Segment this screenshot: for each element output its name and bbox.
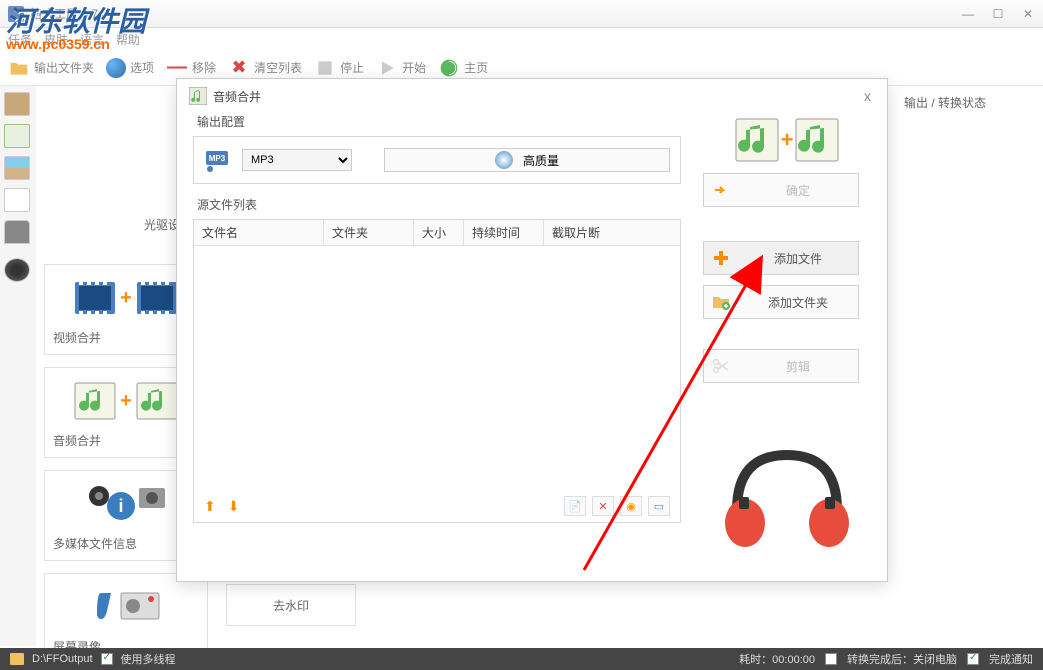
remove-label: 移除 <box>192 59 216 76</box>
mp3-format-icon: MP3 <box>204 147 230 173</box>
sidebar-toolbox-icon[interactable] <box>4 258 30 282</box>
menu-language[interactable]: 语言 <box>80 31 104 48</box>
svg-text:+: + <box>781 127 794 152</box>
statusbar: D:\FFOutput 使用多线程 耗时：00:00:00 转换完成后：关闭电脑… <box>0 648 1043 670</box>
col-duration[interactable]: 持续时间 <box>464 220 544 245</box>
svg-text:MP3: MP3 <box>209 154 226 163</box>
play-icon <box>376 57 398 79</box>
col-folder[interactable]: 文件夹 <box>324 220 414 245</box>
menu-task[interactable]: 任务 <box>8 31 32 48</box>
minus-icon: — <box>166 57 188 79</box>
output-status-header: 输出 / 转换状态 <box>904 94 986 111</box>
output-config-label: 输出配置 <box>193 113 681 130</box>
multithread-checkbox[interactable] <box>101 653 113 665</box>
sidebar-document-icon[interactable] <box>4 188 30 212</box>
source-list-label: 源文件列表 <box>193 196 681 213</box>
footer-doc-icon[interactable]: 📄 <box>564 496 586 516</box>
home-globe-icon <box>438 57 460 79</box>
clear-list-button[interactable]: ✖ 清空列表 <box>228 57 302 79</box>
window-titlebar: 格式工厂 4.7.0 — ☐ ✕ <box>0 0 1043 28</box>
app-icon <box>8 6 24 22</box>
move-up-button[interactable]: ⬆ <box>204 498 216 515</box>
footer-info-icon[interactable]: ▭ <box>648 496 670 516</box>
notify-label: 完成通知 <box>989 651 1033 667</box>
footer-delete-icon[interactable]: ✕ <box>592 496 614 516</box>
remove-button[interactable]: — 移除 <box>166 57 216 79</box>
stop-label: 停止 <box>340 59 364 76</box>
quality-icon <box>495 151 513 169</box>
home-button[interactable]: 主页 <box>438 57 488 79</box>
maximize-button[interactable]: ☐ <box>991 7 1005 21</box>
category-sidebar: 光驱设 <box>0 86 36 646</box>
dialog-titlebar: 音频合并 x <box>177 79 887 113</box>
add-file-button[interactable]: 添加文件 <box>703 241 859 275</box>
close-button[interactable]: ✕ <box>1021 7 1035 21</box>
dialog-close-button[interactable]: x <box>860 88 875 104</box>
statusbar-folder-icon[interactable] <box>10 653 24 665</box>
shutdown-checkbox[interactable] <box>825 653 837 665</box>
folder-plus-icon <box>704 292 738 312</box>
svg-text:+: + <box>120 287 132 309</box>
start-label: 开始 <box>402 59 426 76</box>
minimize-button[interactable]: — <box>961 7 975 21</box>
folder-icon <box>8 57 30 79</box>
dialog-right-actions: + 确定 添加文件 添加文件夹 <box>703 117 871 393</box>
menu-skin[interactable]: 皮肤 <box>44 31 68 48</box>
output-config-box: MP3 MP3 高质量 <box>193 136 681 184</box>
screen-record-icon <box>53 582 199 632</box>
col-clip[interactable]: 截取片断 <box>544 220 680 245</box>
output-status-panel: 输出 / 转换状态 <box>892 86 998 125</box>
home-label: 主页 <box>464 59 488 76</box>
notify-checkbox[interactable] <box>967 653 979 665</box>
sidebar-disc-icon[interactable] <box>4 220 30 244</box>
dialog-title-icon <box>189 87 207 105</box>
quality-label: 高质量 <box>523 152 559 169</box>
col-filename[interactable]: 文件名 <box>194 220 324 245</box>
start-button[interactable]: 开始 <box>376 57 426 79</box>
scissors-icon <box>704 356 738 376</box>
options-button[interactable]: 选项 <box>106 58 154 78</box>
audio-merge-dialog: 音频合并 x 输出配置 MP3 MP3 高质量 源文件列表 <box>176 78 888 582</box>
stop-icon <box>314 57 336 79</box>
output-folder-label: 输出文件夹 <box>34 59 94 76</box>
globe-icon <box>106 58 126 78</box>
sidebar-video-icon[interactable] <box>4 92 30 116</box>
multithread-label: 使用多线程 <box>121 651 176 667</box>
format-select[interactable]: MP3 <box>242 149 352 171</box>
clear-list-label: 清空列表 <box>254 59 302 76</box>
svg-text:i: i <box>118 496 123 516</box>
move-down-button[interactable]: ⬇ <box>228 498 240 515</box>
shutdown-label: 转换完成后：关闭电脑 <box>847 651 957 667</box>
stop-button[interactable]: 停止 <box>314 57 364 79</box>
output-path[interactable]: D:\FFOutput <box>32 653 93 665</box>
menubar: 任务 皮肤 语言 帮助 <box>0 28 1043 50</box>
headphones-illustration <box>717 435 857 555</box>
quality-button[interactable]: 高质量 <box>384 148 670 172</box>
x-icon: ✖ <box>228 57 250 79</box>
table-body-empty <box>194 246 680 490</box>
disc-panel-label: 光驱设 <box>100 212 180 233</box>
options-label: 选项 <box>130 59 154 76</box>
sidebar-audio-icon[interactable] <box>4 124 30 148</box>
ok-button[interactable]: 确定 <box>703 173 859 207</box>
plus-icon <box>704 248 738 268</box>
col-size[interactable]: 大小 <box>414 220 464 245</box>
remove-watermark-card[interactable]: 去水印 <box>226 584 356 626</box>
footer-disc-icon[interactable]: ◉ <box>620 496 642 516</box>
clip-button[interactable]: 剪辑 <box>703 349 859 383</box>
menu-help[interactable]: 帮助 <box>116 31 140 48</box>
elapsed-time: 耗时：00:00:00 <box>739 651 815 667</box>
dialog-title: 音频合并 <box>213 88 860 105</box>
sidebar-picture-icon[interactable] <box>4 156 30 180</box>
audio-merge-thumbnail: + <box>732 117 842 163</box>
add-folder-button[interactable]: 添加文件夹 <box>703 285 859 319</box>
source-file-table: 文件名 文件夹 大小 持续时间 截取片断 ⬆ ⬇ 📄 ✕ ◉ <box>193 219 681 523</box>
ok-arrow-icon <box>704 180 738 200</box>
output-folder-button[interactable]: 输出文件夹 <box>8 57 94 79</box>
svg-text:+: + <box>120 390 132 412</box>
window-title: 格式工厂 4.7.0 <box>30 5 961 22</box>
